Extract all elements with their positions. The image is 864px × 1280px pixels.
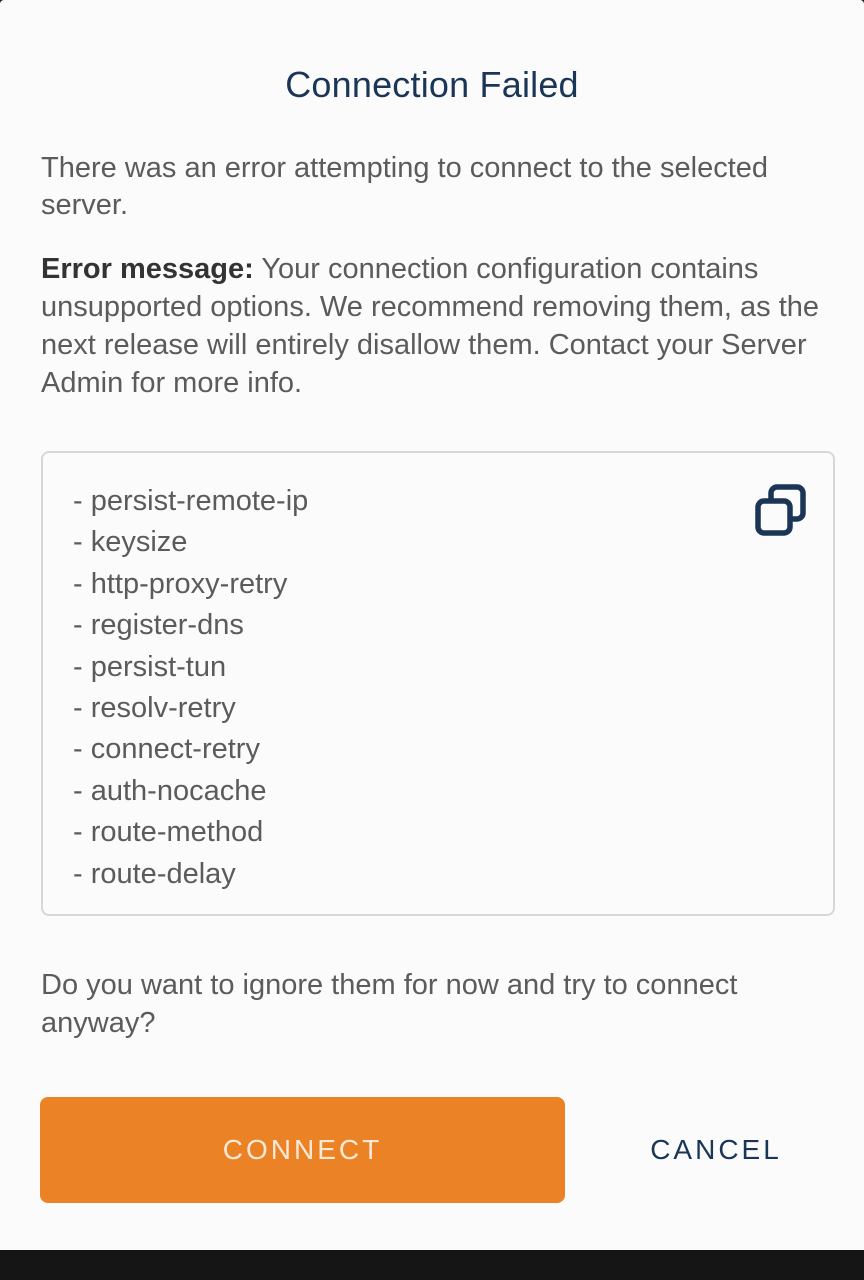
connect-button[interactable]: CONNECT <box>40 1097 565 1203</box>
error-message: Error message: Your connection configura… <box>41 250 831 402</box>
list-item: - register-dns <box>73 609 244 642</box>
list-item: - persist-tun <box>73 650 227 683</box>
copy-icon[interactable] <box>753 483 809 539</box>
options-list: - persist-remote-ip - keysize - http-pro… <box>73 481 308 895</box>
list-item: - connect-retry <box>73 733 260 766</box>
unsupported-options-box: - persist-remote-ip - keysize - http-pro… <box>41 451 835 916</box>
cancel-button[interactable]: CANCEL <box>616 1097 816 1203</box>
intro-text: There was an error attempting to connect… <box>41 152 769 221</box>
dialog-title: Connection Failed <box>285 64 579 105</box>
connection-failed-dialog: Connection Failed There was an error att… <box>0 0 864 1250</box>
confirm-question: Do you want to ignore them for now and t… <box>41 969 738 1039</box>
list-item: - persist-remote-ip <box>73 485 309 517</box>
list-item: - keysize <box>73 526 188 559</box>
list-item: - resolv-retry <box>73 692 236 725</box>
list-item: - http-proxy-retry <box>73 567 288 600</box>
error-label: Error message: <box>41 253 254 285</box>
list-item: - route-delay <box>73 857 236 890</box>
bottom-bar <box>0 1250 864 1280</box>
list-item: - route-method <box>73 816 264 849</box>
list-item: - auth-nocache <box>73 774 267 807</box>
